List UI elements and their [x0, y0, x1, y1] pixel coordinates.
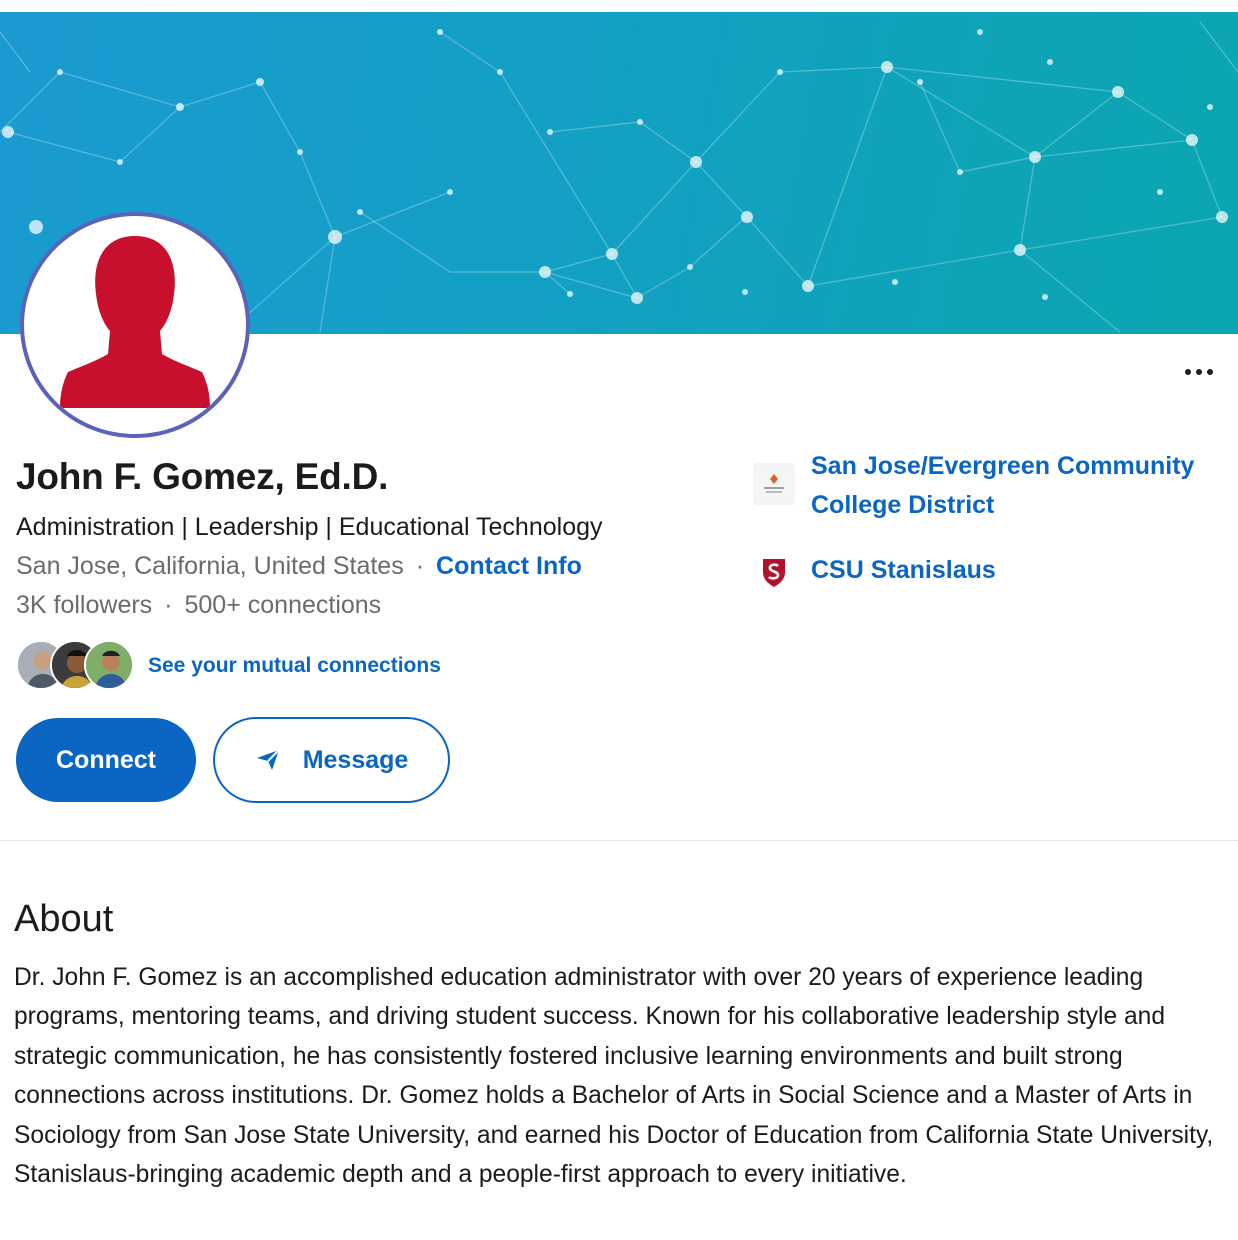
message-label: Message [302, 745, 409, 774]
about-heading: About [14, 898, 114, 940]
section-divider [0, 840, 1238, 841]
location-row: San Jose, California, United States · Co… [16, 552, 582, 581]
send-icon [256, 749, 280, 770]
top-strip [0, 0, 1238, 12]
followers-count[interactable]: 3K followers [16, 591, 152, 620]
csu-stanislaus-shield-icon [753, 551, 795, 593]
profile-location: San Jose, California, United States [16, 552, 404, 580]
org-college-district-label: San Jose/Evergreen Community College Dis… [811, 447, 1194, 525]
org-csu-stanislaus[interactable]: CSU Stanislaus [753, 551, 996, 593]
connections-count: 500+ connections [184, 591, 382, 619]
connect-button[interactable]: Connect [16, 718, 196, 802]
profile-avatar[interactable] [20, 212, 250, 438]
more-dot-icon [1185, 369, 1191, 375]
mutual-connections-link[interactable]: See your mutual connections [148, 654, 441, 678]
more-options-button[interactable] [1176, 358, 1222, 386]
stats-row: 3K followers · 500+ connections [16, 591, 381, 620]
person-silhouette-icon [60, 236, 210, 408]
mutual-avatar [84, 640, 134, 690]
profile-headline: Administration | Leadership | Educationa… [16, 513, 603, 541]
about-text: Dr. John F. Gomez is an accomplished edu… [14, 964, 1214, 1189]
profile-name: John F. Gomez, Ed.D. [16, 456, 389, 497]
mutual-connections[interactable]: See your mutual connections [16, 640, 441, 692]
college-district-logo-icon [753, 463, 795, 505]
separator-dot: · [415, 552, 425, 580]
org-college-district-line2: College District [811, 491, 995, 519]
org-college-district[interactable]: San Jose/Evergreen Community College Dis… [753, 447, 1194, 525]
more-dot-icon [1207, 369, 1213, 375]
org-csu-stanislaus-label: CSU Stanislaus [811, 556, 996, 584]
mutual-avatars [16, 640, 136, 692]
message-button[interactable]: Message [213, 717, 450, 803]
more-dot-icon [1196, 369, 1202, 375]
separator-dot: · [164, 591, 173, 619]
org-college-district-line1: San Jose/Evergreen Community [811, 452, 1195, 480]
contact-info-link[interactable]: Contact Info [436, 552, 582, 581]
